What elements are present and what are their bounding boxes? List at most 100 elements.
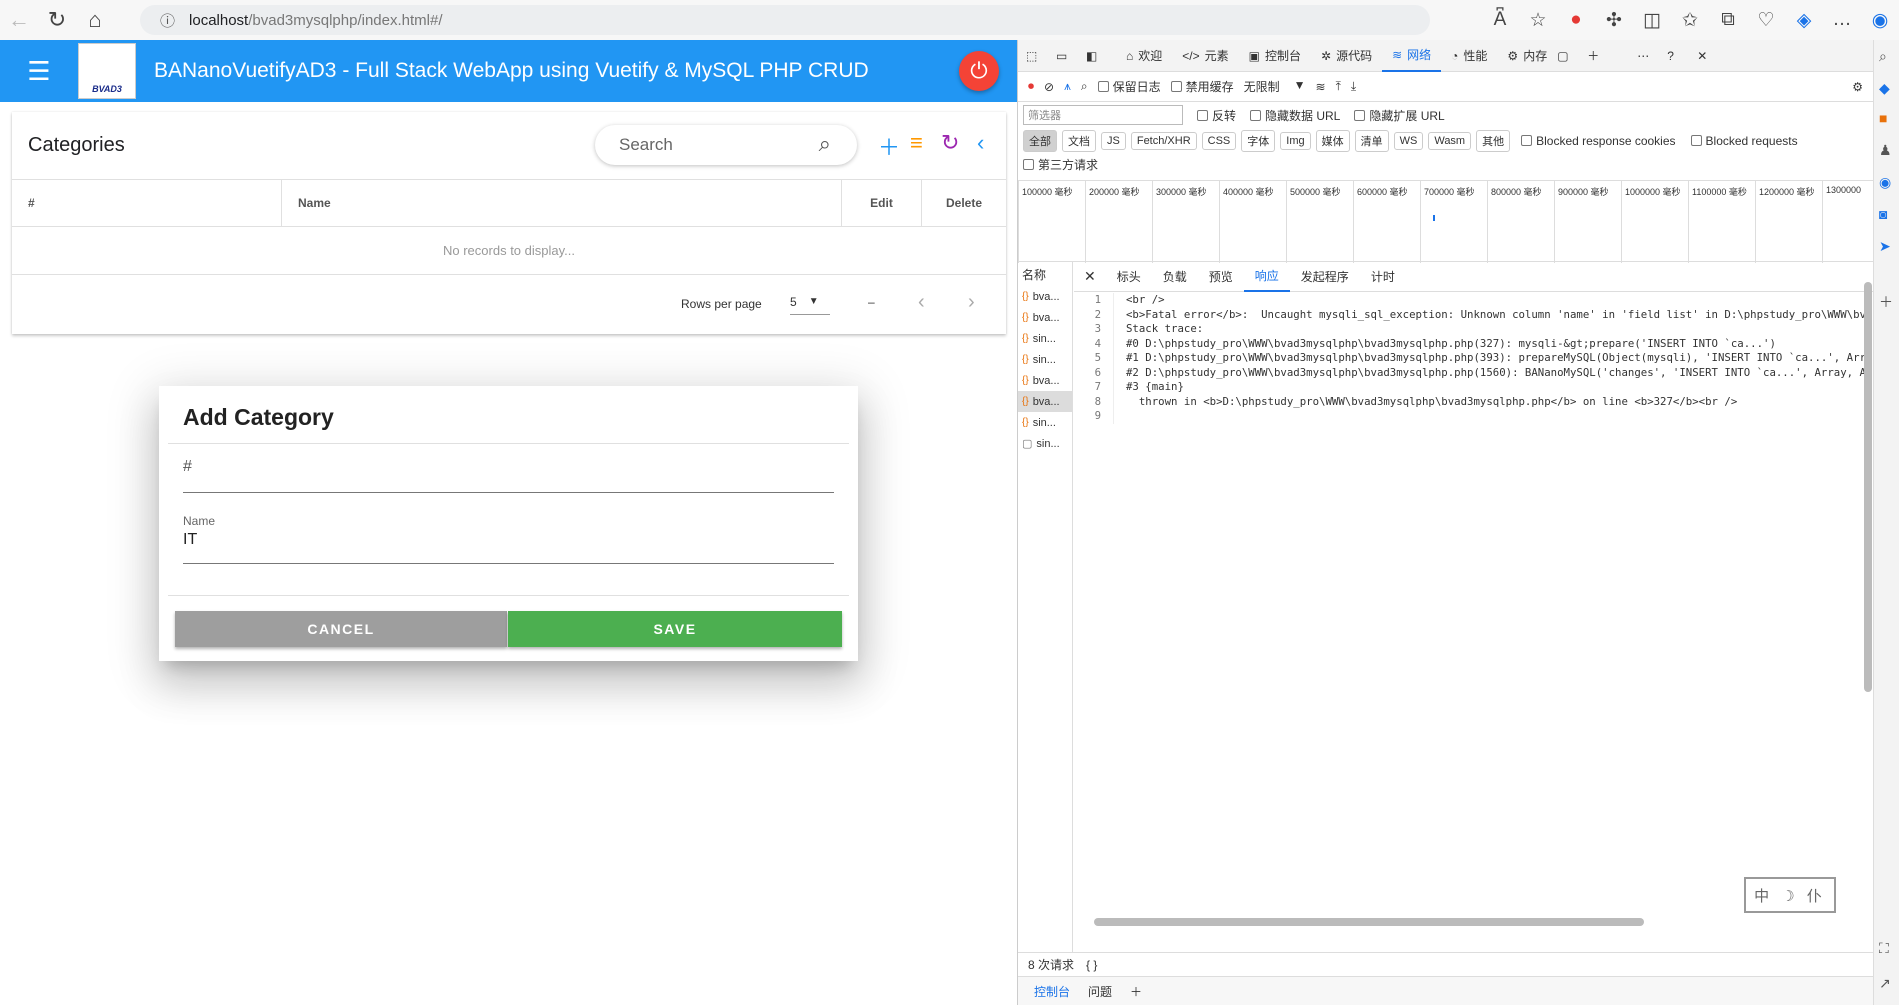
filter-input[interactable]: 筛选器 <box>1023 105 1183 125</box>
next-page-icon[interactable]: › <box>968 291 975 314</box>
tab-initiator[interactable]: 发起程序 <box>1290 262 1360 292</box>
more-icon[interactable]: ⋯ <box>1637 49 1667 63</box>
tab-response[interactable]: 响应 <box>1243 262 1290 292</box>
clear-sort-icon[interactable]: ≡ <box>910 130 923 156</box>
settings-icon[interactable]: ⚙ <box>1852 80 1863 94</box>
record-icon[interactable]: ⏺ <box>1028 79 1034 94</box>
copilot-icon[interactable]: ◈ <box>1785 9 1823 32</box>
pretty-print-button[interactable]: { } <box>1086 958 1097 972</box>
info-icon[interactable]: ⓘ <box>160 10 175 31</box>
people-icon[interactable]: ♟ <box>1879 142 1892 159</box>
network-conditions-icon[interactable]: ≋ <box>1316 80 1326 94</box>
request-row[interactable]: {} sin... <box>1018 328 1072 349</box>
column-name[interactable]: Name <box>282 180 842 226</box>
tab-headers[interactable]: 标头 <box>1106 262 1152 292</box>
type-css[interactable]: CSS <box>1201 131 1237 150</box>
tab-performance[interactable]: ◔ 性能 <box>1441 40 1497 72</box>
menu-icon[interactable]: ☰ <box>0 56 78 87</box>
type-doc[interactable]: 文档 <box>1062 129 1096 152</box>
outlook-icon[interactable]: ◙ <box>1879 206 1887 222</box>
save-button[interactable]: SAVE <box>508 611 842 647</box>
column-id[interactable]: # <box>12 180 282 226</box>
back-icon[interactable]: ‹ <box>977 130 984 156</box>
tab-welcome[interactable]: ⌂ 欢迎 <box>1116 40 1172 72</box>
address-bar[interactable]: ⓘ localhost/bvad3mysqlphp/index.html#/ <box>140 5 1430 35</box>
tab-sources[interactable]: ✲ 源代码 <box>1311 40 1382 72</box>
type-media[interactable]: 媒体 <box>1315 129 1350 152</box>
type-fetch[interactable]: Fetch/XHR <box>1130 131 1197 150</box>
screenshot-icon[interactable]: ⛶ <box>1879 940 1889 957</box>
upload-icon[interactable]: ⤒ <box>1336 79 1341 94</box>
refresh-icon[interactable]: ↻ <box>941 130 959 156</box>
type-manifest[interactable]: 清单 <box>1354 129 1389 152</box>
blocked-cookies-checkbox[interactable]: Blocked response cookies <box>1521 134 1676 148</box>
power-button[interactable]: ⏻ <box>959 51 999 91</box>
throttle-select[interactable]: 无限制 ▼ <box>1244 78 1306 95</box>
type-js[interactable]: JS <box>1101 131 1126 150</box>
back-icon[interactable]: ← <box>0 1 38 39</box>
tools-icon[interactable]: ■ <box>1879 110 1887 126</box>
preserve-log-checkbox[interactable]: 保留日志 <box>1097 78 1161 95</box>
third-party-checkbox[interactable]: 第三方请求 <box>1023 156 1098 173</box>
request-row[interactable]: ▢ sin... <box>1018 433 1072 454</box>
help-icon[interactable]: ? <box>1667 49 1697 63</box>
inspect-icon[interactable]: ⬚ <box>1026 49 1056 63</box>
type-img[interactable]: Img <box>1280 131 1311 150</box>
request-row[interactable]: {} sin... <box>1018 349 1072 370</box>
device-icon[interactable]: ▭ <box>1056 49 1086 63</box>
request-row[interactable]: {} bva... <box>1018 286 1072 307</box>
application-icon[interactable]: ▢ <box>1557 49 1587 63</box>
tab-timing[interactable]: 计时 <box>1360 262 1406 292</box>
rows-per-page-select[interactable]: 5 ▼ <box>790 289 830 315</box>
tab-memory[interactable]: ⚙ 内存 <box>1497 40 1557 72</box>
type-other[interactable]: 其他 <box>1476 129 1511 152</box>
request-row[interactable]: {} bva... <box>1018 307 1072 328</box>
tab-network[interactable]: ≋ 网络 <box>1382 40 1442 72</box>
search-icon[interactable]: ⌕ <box>1081 79 1088 94</box>
more-icon[interactable]: … <box>1823 9 1861 31</box>
drawer-tab-console[interactable]: 控制台 <box>1034 983 1070 1000</box>
prev-page-icon[interactable]: ‹ <box>918 291 925 314</box>
shopping-icon[interactable]: ◆ <box>1879 80 1890 97</box>
hide-data-urls-checkbox[interactable]: 隐藏数据 URL <box>1250 107 1340 124</box>
dock-icon[interactable]: ◧ <box>1086 49 1116 63</box>
external-link-icon[interactable]: ↗ <box>1879 975 1891 992</box>
close-icon[interactable]: ✕ <box>1697 49 1727 63</box>
tab-payload[interactable]: 负载 <box>1152 262 1198 292</box>
extensions-icon[interactable]: ✣ <box>1595 9 1633 32</box>
cancel-button[interactable]: CANCEL <box>175 611 507 647</box>
search-icon[interactable]: ⌕ <box>819 131 831 157</box>
add-icon[interactable]: ＋ <box>1879 292 1893 312</box>
split-screen-icon[interactable]: ◫ <box>1633 9 1671 32</box>
type-ws[interactable]: WS <box>1393 131 1424 150</box>
send-icon[interactable]: ➤ <box>1879 238 1891 255</box>
refresh-icon[interactable]: ↻ <box>38 1 76 39</box>
games-icon[interactable]: ◉ <box>1879 174 1891 191</box>
favorites-icon[interactable]: ✩ <box>1671 9 1709 32</box>
read-aloud-icon[interactable]: A͆ <box>1481 9 1519 31</box>
add-icon[interactable]: ＋ <box>878 130 900 162</box>
favorite-icon[interactable]: ☆ <box>1519 9 1557 32</box>
download-icon[interactable]: ⤓ <box>1351 79 1356 94</box>
browser-essentials-icon[interactable]: ♡ <box>1747 9 1785 32</box>
response-code[interactable]: 1 <br /> 2 <b>Fatal error</b>: Uncaught my… <box>1074 293 1864 933</box>
invert-checkbox[interactable]: 反转 <box>1197 107 1236 124</box>
ime-indicator[interactable]: 中 ☽ 仆 <box>1744 877 1836 913</box>
blocked-requests-checkbox[interactable]: Blocked requests <box>1690 134 1798 148</box>
request-row[interactable]: {} sin... <box>1018 412 1072 433</box>
tab-console[interactable]: ▣ 控制台 <box>1239 40 1311 72</box>
type-all[interactable]: 全部 <box>1023 129 1057 152</box>
disable-cache-checkbox[interactable]: 禁用缓存 <box>1170 78 1234 95</box>
id-field[interactable]: # <box>183 458 834 493</box>
drawer-tab-issues[interactable]: 问题 <box>1088 983 1112 1000</box>
clear-icon[interactable]: ⊘ <box>1044 80 1054 94</box>
name-field[interactable]: Name IT <box>183 514 834 564</box>
search-input[interactable]: Search ⌕ <box>595 125 857 165</box>
profile-icon[interactable]: ● <box>1557 9 1595 31</box>
collections-icon[interactable]: ⧉ <box>1709 9 1747 31</box>
hide-extension-urls-checkbox[interactable]: 隐藏扩展 URL <box>1354 107 1445 124</box>
close-icon[interactable]: ✕ <box>1074 268 1106 285</box>
home-icon[interactable]: ⌂ <box>76 1 114 39</box>
vertical-scrollbar[interactable] <box>1864 282 1872 692</box>
filter-icon[interactable]: ⩚ <box>1064 79 1071 94</box>
